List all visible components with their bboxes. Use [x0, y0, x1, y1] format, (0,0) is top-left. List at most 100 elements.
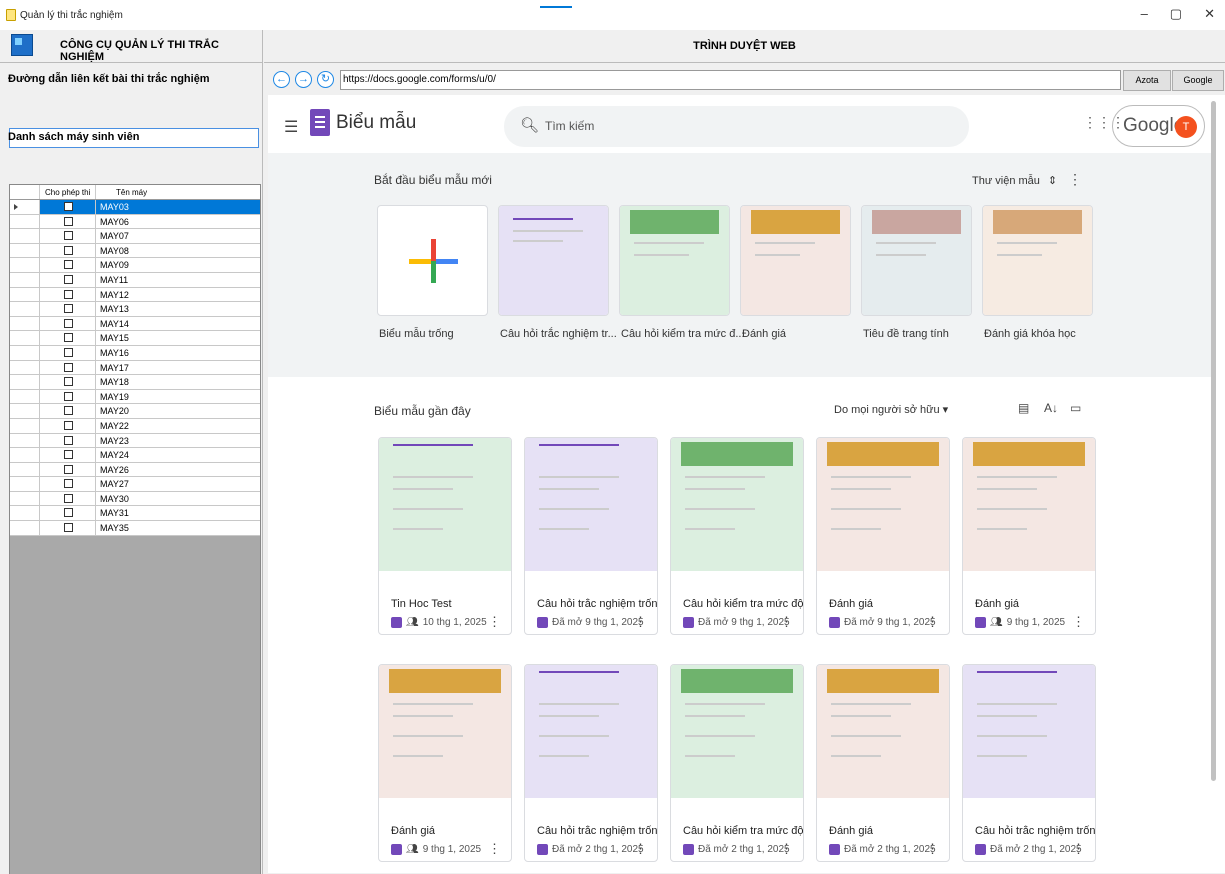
allow-checkbox[interactable] — [64, 231, 73, 241]
table-row[interactable]: MAY22 — [10, 418, 260, 434]
allow-checkbox-cell[interactable] — [40, 200, 96, 214]
google-form-button[interactable]: Google Form — [1172, 70, 1224, 104]
column-header-allow[interactable]: Cho phép thi — [40, 185, 96, 199]
allow-checkbox[interactable] — [64, 362, 73, 372]
more-vert-icon[interactable]: ⋮ — [1072, 614, 1085, 630]
recent-form-card[interactable]: Câu hỏi trắc nghiệm trống Đã mở 2 thg 1, … — [524, 664, 658, 862]
table-row[interactable]: MAY15 — [10, 331, 260, 346]
allow-checkbox-cell[interactable] — [40, 375, 96, 389]
azota-button[interactable]: Azota — [1123, 70, 1171, 91]
row-selector[interactable] — [10, 229, 40, 243]
table-row[interactable]: MAY03 — [10, 200, 260, 215]
row-selector[interactable] — [10, 491, 40, 506]
minimize-icon[interactable]: – — [1141, 6, 1148, 22]
row-selector[interactable] — [10, 477, 40, 491]
allow-checkbox-cell[interactable] — [40, 287, 96, 302]
browser-scrollbar[interactable] — [1211, 95, 1217, 785]
table-row[interactable]: MAY08 — [10, 243, 260, 259]
table-row[interactable]: MAY30 — [10, 491, 260, 507]
table-row[interactable]: MAY14 — [10, 316, 260, 332]
table-row[interactable]: MAY20 — [10, 404, 260, 419]
allow-checkbox[interactable] — [64, 464, 73, 474]
allow-checkbox-cell[interactable] — [40, 404, 96, 418]
allow-checkbox-cell[interactable] — [40, 462, 96, 477]
folder-icon[interactable]: ▭ — [1070, 401, 1081, 415]
table-row[interactable]: MAY09 — [10, 258, 260, 273]
allow-checkbox-cell[interactable] — [40, 243, 96, 258]
allow-checkbox[interactable] — [64, 216, 73, 226]
row-selector[interactable] — [10, 272, 40, 287]
allow-checkbox[interactable] — [64, 435, 73, 445]
allow-checkbox[interactable] — [64, 274, 73, 284]
template-library-button[interactable]: Thư viện mẫu ⇕ — [972, 174, 1057, 187]
more-vert-icon[interactable]: ⋮ — [926, 841, 939, 857]
account-pill[interactable]: Google T — [1112, 105, 1205, 147]
allow-checkbox-cell[interactable] — [40, 418, 96, 433]
table-row[interactable]: MAY31 — [10, 506, 260, 522]
recent-form-card[interactable]: Câu hỏi trắc nghiệm trống Đã mở 2 thg 1, … — [962, 664, 1096, 862]
row-selector[interactable] — [10, 316, 40, 331]
menu-icon[interactable]: ☰ — [284, 117, 298, 137]
table-row[interactable]: MAY18 — [10, 375, 260, 390]
template-card-blank[interactable] — [377, 205, 488, 316]
allow-checkbox[interactable] — [64, 391, 73, 401]
allow-checkbox-cell[interactable] — [40, 272, 96, 287]
row-selector[interactable] — [10, 521, 40, 535]
recent-form-card[interactable]: Câu hỏi trắc nghiệm trống Đã mở 9 thg 1, … — [524, 437, 658, 635]
allow-checkbox-cell[interactable] — [40, 477, 96, 491]
owner-filter-dropdown[interactable]: Do mọi người sở hữu ▾ — [834, 403, 948, 416]
template-card-evaluation[interactable] — [740, 205, 851, 316]
row-selector[interactable] — [10, 418, 40, 433]
allow-checkbox[interactable] — [64, 245, 73, 255]
table-row[interactable]: MAY35 — [10, 521, 260, 536]
allow-checkbox[interactable] — [64, 318, 73, 328]
table-row[interactable]: MAY17 — [10, 360, 260, 376]
allow-checkbox[interactable] — [64, 347, 73, 357]
allow-checkbox[interactable] — [64, 420, 73, 430]
row-selector[interactable] — [10, 506, 40, 521]
list-view-icon[interactable]: ▤ — [1018, 401, 1029, 415]
row-selector[interactable] — [10, 345, 40, 360]
allow-checkbox[interactable] — [64, 406, 73, 416]
allow-checkbox-cell[interactable] — [40, 214, 96, 229]
allow-checkbox-cell[interactable] — [40, 229, 96, 243]
address-bar[interactable]: https://docs.google.com/forms/u/0/ — [340, 70, 1121, 90]
allow-checkbox-cell[interactable] — [40, 331, 96, 345]
table-row[interactable]: MAY16 — [10, 345, 260, 361]
row-selector[interactable] — [10, 243, 40, 258]
template-card-level-check[interactable] — [619, 205, 730, 316]
allow-checkbox-cell[interactable] — [40, 521, 96, 535]
allow-checkbox[interactable] — [64, 493, 73, 503]
row-selector[interactable] — [10, 448, 40, 462]
allow-checkbox-cell[interactable] — [40, 448, 96, 462]
recent-form-card[interactable]: Đánh giá 👥︎ 9 thg 1, 2025 ⋮ — [962, 437, 1096, 635]
template-card-quiz[interactable] — [498, 205, 609, 316]
allow-checkbox[interactable] — [64, 260, 73, 270]
allow-checkbox[interactable] — [64, 289, 73, 299]
table-row[interactable]: MAY11 — [10, 272, 260, 288]
table-row[interactable]: MAY12 — [10, 287, 260, 303]
more-vert-icon[interactable]: ⋮ — [488, 841, 501, 857]
more-vert-icon[interactable]: ⋮ — [1072, 841, 1085, 857]
allow-checkbox[interactable] — [64, 333, 73, 343]
allow-checkbox[interactable] — [64, 508, 73, 518]
table-row[interactable]: MAY23 — [10, 433, 260, 449]
column-header-name[interactable]: Tên máy — [96, 185, 260, 199]
sort-az-icon[interactable]: A↓ — [1044, 401, 1058, 415]
recent-form-card[interactable]: Tin Hoc Test 👥︎ 10 thg 1, 2025 ⋮ — [378, 437, 512, 635]
row-selector[interactable] — [10, 360, 40, 375]
more-vert-icon[interactable]: ⋮ — [634, 841, 647, 857]
allow-checkbox-cell[interactable] — [40, 258, 96, 272]
row-selector[interactable] — [10, 375, 40, 389]
table-row[interactable]: MAY26 — [10, 462, 260, 478]
allow-checkbox[interactable] — [64, 479, 73, 489]
allow-checkbox[interactable] — [64, 202, 73, 211]
row-selector[interactable] — [10, 462, 40, 477]
recent-form-card[interactable]: Câu hỏi kiểm tra mức độ ... Đã mở 2 thg 1… — [670, 664, 804, 862]
recent-form-card[interactable]: Đánh giá 👥︎ 9 thg 1, 2025 ⋮ — [378, 664, 512, 862]
table-row[interactable]: MAY13 — [10, 302, 260, 317]
refresh-icon[interactable]: ↻ — [317, 71, 334, 88]
row-selector[interactable] — [10, 214, 40, 229]
table-row[interactable]: MAY27 — [10, 477, 260, 492]
table-row[interactable]: MAY07 — [10, 229, 260, 244]
